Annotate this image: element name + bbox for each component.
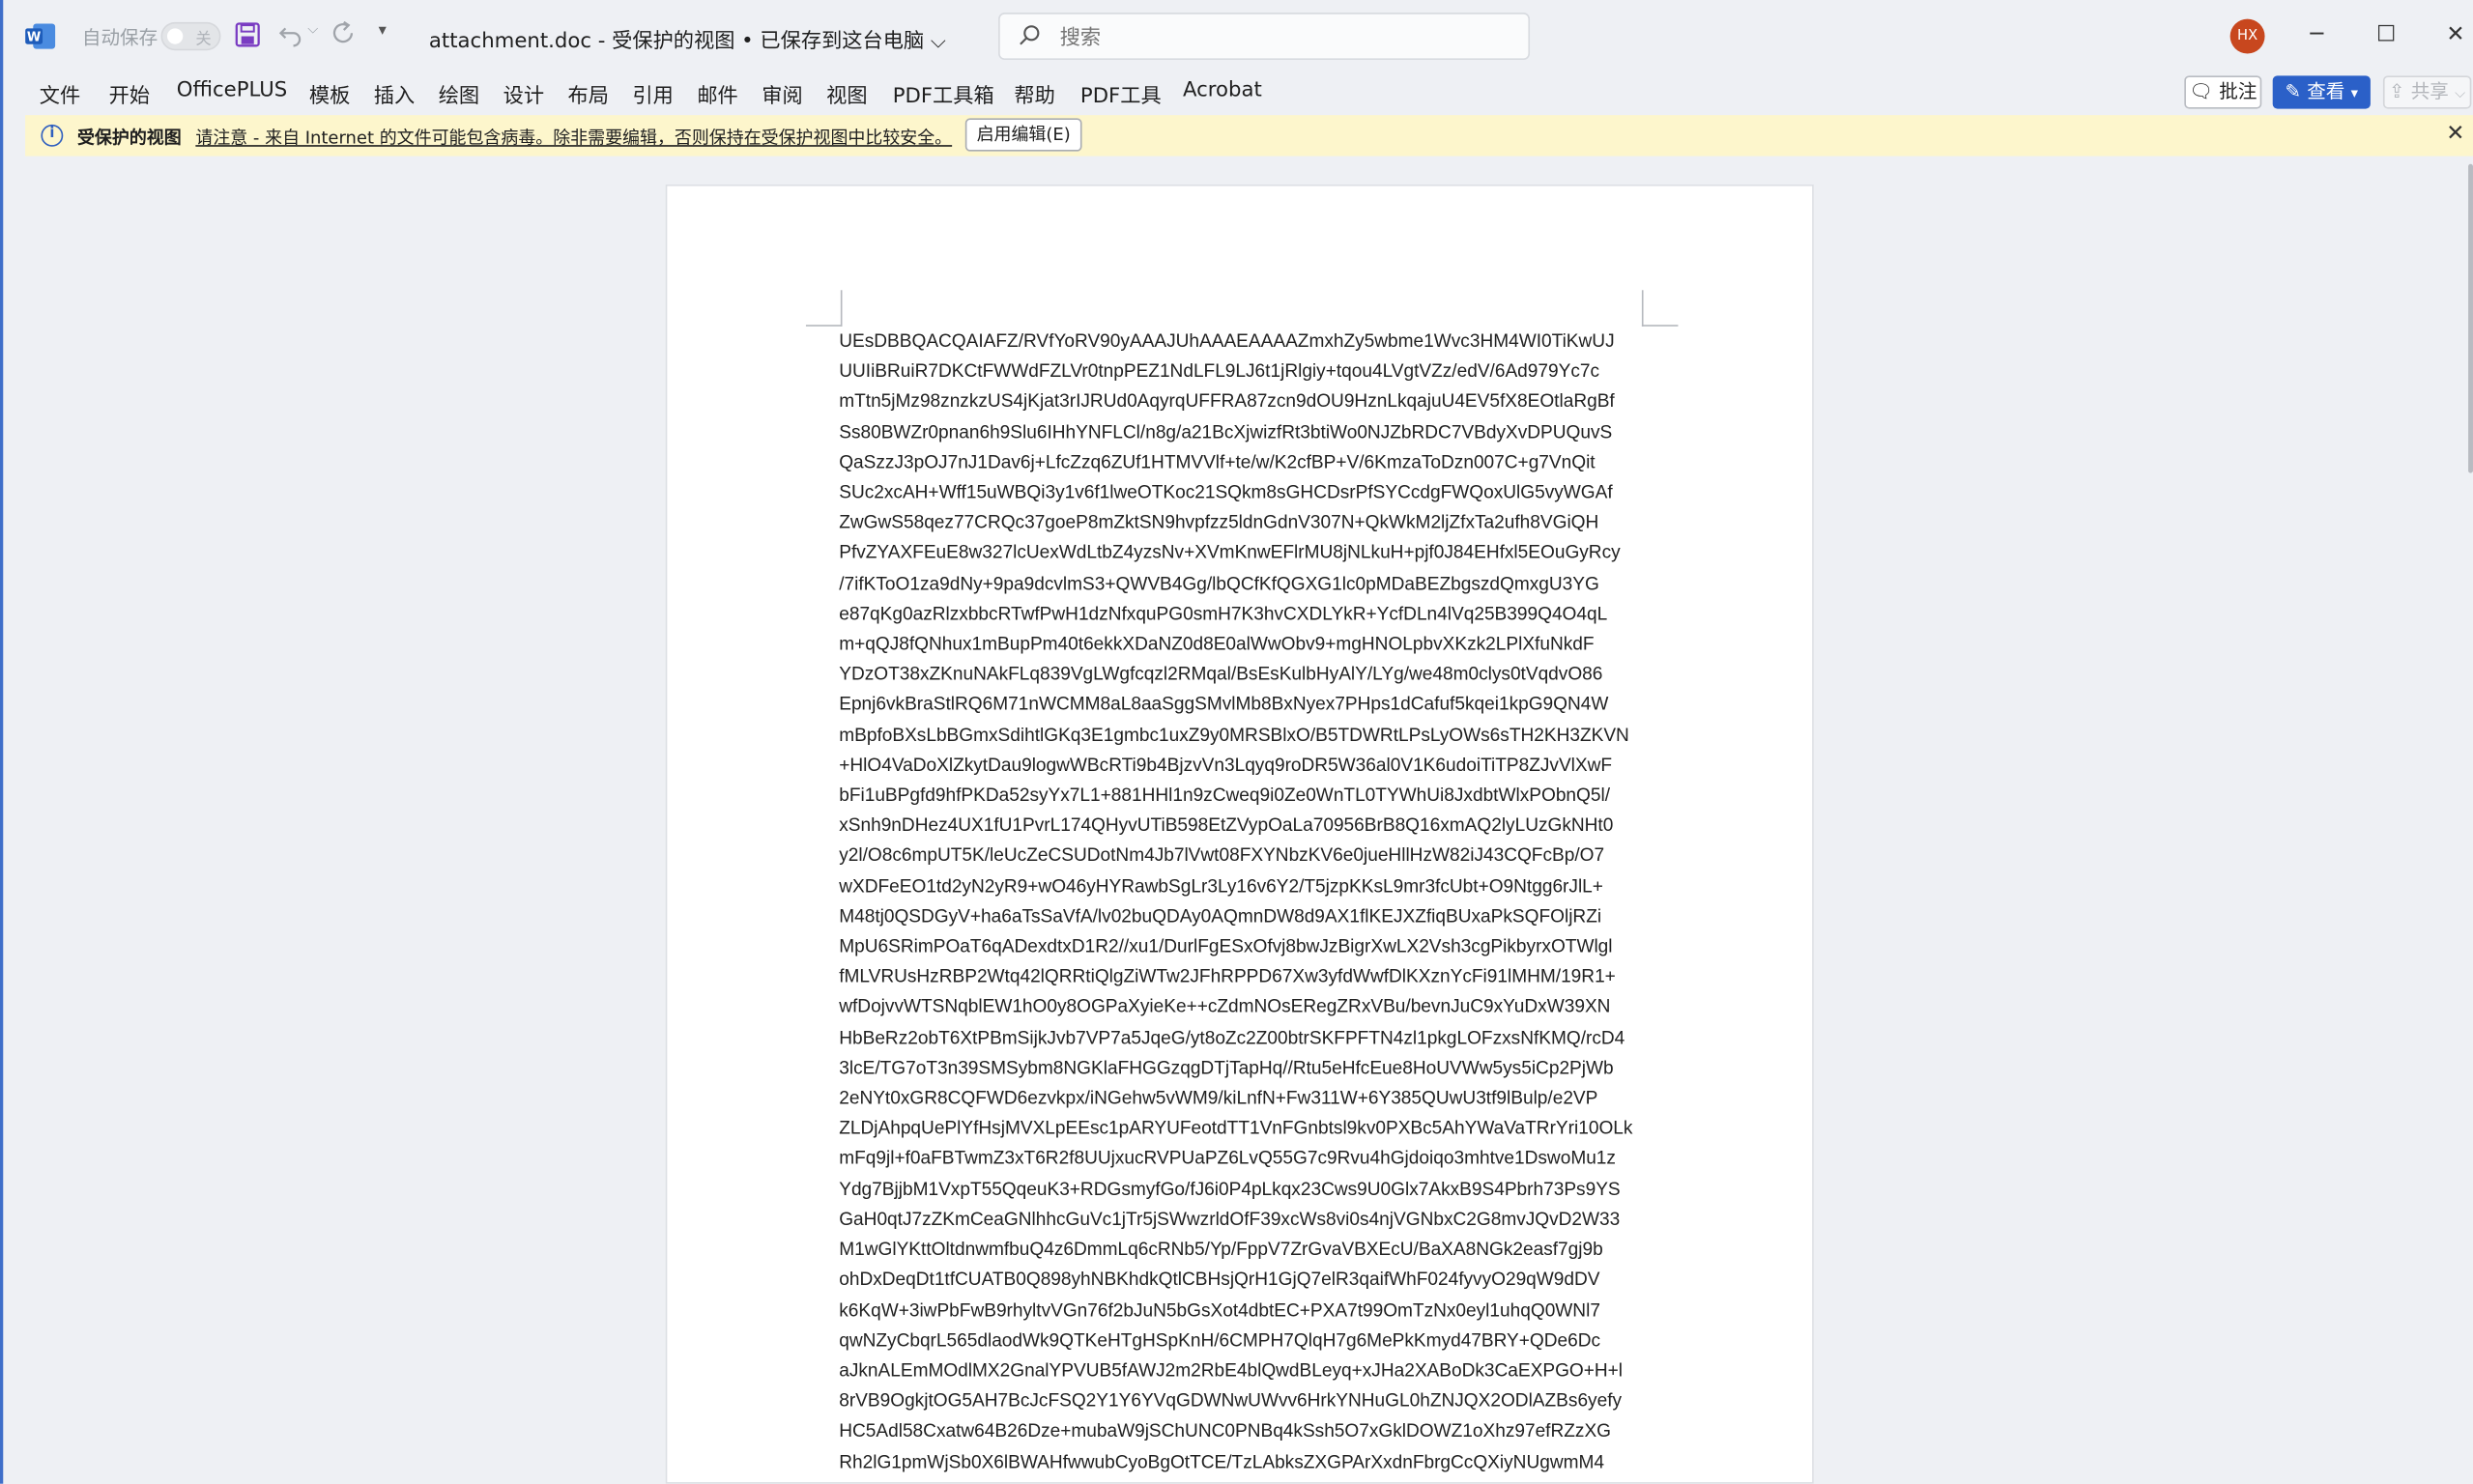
tab-layout[interactable]: 布局 bbox=[568, 79, 609, 108]
document-line: HbBeRz2obT6XtPBmSijkJvb7VP7a5JqeG/yt8oZc… bbox=[839, 1027, 1625, 1048]
close-icon[interactable]: ✕ bbox=[2436, 15, 2473, 53]
document-line: MpU6SRimPOaT6qADexdtxD1R2//xu1/DurlFgESx… bbox=[839, 936, 1613, 957]
tab-insert[interactable]: 插入 bbox=[374, 79, 415, 108]
document-line: 8rVB9OgkjtOG5AH7BcJcFSQ2Y1Y6YVqGDWNwUWvv… bbox=[839, 1390, 1623, 1412]
document-line: SUc2xcAH+Wff15uWBQi3y1v6f1lweOTKoc21SQkm… bbox=[839, 482, 1613, 503]
share-label: 共享 bbox=[2410, 80, 2449, 103]
tab-design[interactable]: 设计 bbox=[503, 79, 544, 108]
document-line: k6KqW+3iwPbFwB9rhyltvVGn76f2bJuN5bGsXot4… bbox=[839, 1299, 1600, 1321]
chevron-down-icon: ⌵ bbox=[2455, 86, 2466, 103]
document-line: wXDFeEO1td2yN2yR9+wO46yHYRawbSgLr3Ly16v6… bbox=[839, 875, 1603, 898]
comment-icon: 🗨 bbox=[2189, 80, 2214, 103]
view-mode-button[interactable]: ✎ 查看 ▾ bbox=[2272, 75, 2371, 109]
document-line: aJknALEmMOdlMX2GnalYPVUB5fAWJ2m2RbE4blQw… bbox=[839, 1360, 1624, 1382]
redo-icon[interactable] bbox=[331, 20, 359, 47]
title-bar: W 自动保存 关 ⌵ ▾ attachment.doc - 受保护的视图 • 已… bbox=[3, 0, 2473, 70]
save-icon[interactable] bbox=[235, 22, 260, 47]
tab-help[interactable]: 帮助 bbox=[1014, 79, 1054, 108]
document-line: UEsDBBQACQAIAFZ/RVfYoRV90yAAAJUhAAAEAAAA… bbox=[839, 330, 1615, 352]
document-line: HC5Adl58Cxatw64B26Dze+mubaW9jSChUNC0PNBq… bbox=[839, 1420, 1612, 1442]
tab-draw[interactable]: 绘图 bbox=[439, 79, 479, 108]
tab-home[interactable]: 开始 bbox=[109, 79, 150, 108]
comments-button[interactable]: 🗨 批注 bbox=[2184, 75, 2262, 109]
document-body[interactable]: UEsDBBQACQAIAFZ/RVfYoRV90yAAAJUhAAAEAAAA… bbox=[839, 327, 1659, 1477]
undo-dropdown-icon[interactable]: ⌵ bbox=[307, 22, 318, 38]
document-line: ZLDjAhpqUePlYfHsjMVXLpEEsc1pARYUFeotdTT1… bbox=[839, 1118, 1633, 1139]
document-line: Ydg7BjjbM1VxpT55QqeuK3+RDGsmyfGo/fJ6i0P4… bbox=[839, 1179, 1621, 1200]
document-line: wfDojvvWTSNqblEW1hO0y8OGPaXyieKe++cZdmNO… bbox=[839, 997, 1611, 1018]
toggle-knob bbox=[166, 28, 184, 44]
tab-pdf-toolbox[interactable]: PDF工具箱 bbox=[893, 79, 994, 108]
document-line: 3lcE/TG7oT3n39SMSybm8NGKlaFHGGzqgDTjTapH… bbox=[839, 1057, 1614, 1079]
close-icon[interactable]: ✕ bbox=[2446, 122, 2464, 147]
document-line: YDzOT38xZKnuNAkFLq839VgLWgfcqzl2RMqal/Bs… bbox=[839, 664, 1603, 685]
share-button[interactable]: ⇪ 共享 ⌵ bbox=[2382, 75, 2472, 109]
document-line: 2eNYt0xGR8CQFWD6ezvkpx/iNGehw5vWM9/kiLnf… bbox=[839, 1088, 1598, 1109]
chevron-down-icon: ▾ bbox=[2350, 86, 2359, 103]
protected-view-title: 受保护的视图 bbox=[76, 128, 182, 149]
autosave-state: 关 bbox=[195, 31, 212, 49]
tab-pdf-tools[interactable]: PDF工具 bbox=[1080, 79, 1162, 108]
document-line: ohDxDeqDt1tfCUATB0Q898yhNBKhdkQtlCBHsjQr… bbox=[839, 1270, 1600, 1291]
document-line: e87qKg0azRlzxbbcRTwfPwH1dzNfxquPG0smH7K3… bbox=[839, 603, 1608, 624]
autosave-toggle[interactable]: 关 bbox=[160, 21, 221, 51]
share-icon: ⇪ bbox=[2389, 80, 2405, 103]
document-line: /7ifKToO1za9dNy+9pa9dcvlmS3+QWVB4Gg/lbQC… bbox=[839, 573, 1599, 594]
document-line: Rh2lG1pmWjSb0X6lBWAHfwwubCyoBgOtTCE/TzLA… bbox=[839, 1451, 1604, 1472]
document-line: UUIiBRuiR7DKCtFWWdFZLVr0tnpPEZ1NdLFL9LJ6… bbox=[839, 361, 1600, 383]
tab-templates[interactable]: 模板 bbox=[309, 79, 350, 108]
document-line: Ss80BWZr0pnan6h9Slu6IHhYNFLCl/n8g/a21BcX… bbox=[839, 421, 1613, 442]
document-line: ZwGwS58qez77CRQc37goeP8mZktSN9hvpfzz5ldn… bbox=[839, 512, 1599, 533]
maximize-icon[interactable]: ☐ bbox=[2368, 15, 2405, 53]
vertical-scrollbar[interactable] bbox=[2465, 163, 2473, 1476]
search-input[interactable] bbox=[1056, 20, 1505, 56]
document-line: GaH0qtJ7zZKmCeaGNlhhcGuVc1jTr5jSWwzrldOf… bbox=[839, 1209, 1621, 1230]
document-line: M48tj0QSDGyV+ha6aTsSaVfA/lv02buQDAy0AQmn… bbox=[839, 906, 1602, 928]
tab-references[interactable]: 引用 bbox=[632, 79, 673, 108]
avatar[interactable]: HX bbox=[2229, 18, 2265, 54]
tab-review[interactable]: 审阅 bbox=[762, 79, 802, 108]
document-line: mTtn5jMz98znzkzUS4jKjat3rIJRUd0AqyrqUFFR… bbox=[839, 391, 1615, 413]
svg-text:W: W bbox=[27, 30, 41, 44]
document-page[interactable]: UEsDBBQACQAIAFZ/RVfYoRV90yAAAJUhAAAEAAAA… bbox=[665, 184, 1814, 1484]
search-icon bbox=[1020, 25, 1040, 45]
customize-toolbar-icon[interactable]: ▾ bbox=[379, 22, 387, 40]
tab-mailings[interactable]: 邮件 bbox=[697, 79, 737, 108]
document-line: Epnj6vkBraStlRQ6M71nWCMM8aL8aaSggSMvlMb8… bbox=[839, 694, 1609, 716]
document-line: bFi1uBPgfd9hfPKDa52syYx7L1+881HHl1n9zCwe… bbox=[839, 785, 1611, 807]
view-mode-label: 查看 bbox=[2307, 80, 2345, 103]
undo-icon[interactable] bbox=[277, 22, 302, 47]
autosave-label: 自动保存 bbox=[81, 26, 158, 49]
document-line: PfvZYAXFEuE8w327lcUexWdLtbZ4yzsNv+XVmKnw… bbox=[839, 543, 1621, 564]
crop-mark-top-right bbox=[1641, 290, 1679, 327]
pen-icon: ✎ bbox=[2285, 80, 2301, 103]
protected-view-bar: i 受保护的视图 请注意 - 来自 Internet 的文件可能包含病毒。除非需… bbox=[25, 115, 2473, 157]
info-icon: i bbox=[41, 124, 64, 147]
word-app-icon: W bbox=[25, 23, 56, 49]
tab-officeplus[interactable]: OfficePLUS bbox=[177, 79, 287, 102]
tab-view[interactable]: 视图 bbox=[826, 79, 867, 108]
document-line: +HlO4VaDoXlZkytDau9logwWBcRTi9b4BjzvVn3L… bbox=[839, 755, 1613, 776]
minimize-icon[interactable]: ─ bbox=[2298, 15, 2336, 53]
tab-acrobat[interactable]: Acrobat bbox=[1183, 79, 1262, 102]
document-line: y2l/O8c6mpUT5K/leUcZeCSUDotNm4Jb7lVwt08F… bbox=[839, 845, 1605, 867]
word-window: W 自动保存 关 ⌵ ▾ attachment.doc - 受保护的视图 • 已… bbox=[0, 0, 2473, 1484]
document-line: qwNZyCbqrL565dlaodWk9QTKeHTgHSpKnH/6CMPH… bbox=[839, 1329, 1601, 1352]
document-line: xSnh9nDHez4UX1fU1PvrL174QHyvUTiB598EtZVy… bbox=[839, 815, 1614, 837]
document-line: M1wGlYKttOltdnwmfbuQ4z6DmmLq6cRNb5/Yp/Fp… bbox=[839, 1239, 1603, 1261]
document-title[interactable]: attachment.doc - 受保护的视图 • 已保存到这台电脑 ⌵ bbox=[429, 23, 946, 53]
document-line: mBpfoBXsLbBGmxSdihtlGKq3E1gmbc1uxZ9y0MRS… bbox=[839, 725, 1629, 746]
ribbon-tabs: 文件 开始 OfficePLUS 模板 插入 绘图 设计 布局 引用 邮件 审阅… bbox=[3, 72, 2473, 113]
enable-editing-button[interactable]: 启用编辑(E) bbox=[964, 118, 1082, 152]
comments-label: 批注 bbox=[2219, 80, 2257, 103]
tab-file[interactable]: 文件 bbox=[40, 79, 80, 108]
crop-mark-top-left bbox=[805, 290, 843, 327]
document-line: m+qQJ8fQNhux1mBupPm40t6ekkXDaNZ0d8E0alWw… bbox=[839, 634, 1595, 655]
scrollbar-thumb[interactable] bbox=[2468, 163, 2473, 473]
document-line: mFq9jl+f0aFBTwmZ3xT6R2f8UUjxucRVPUaPZ6Lv… bbox=[839, 1148, 1616, 1170]
document-line: QaSzzJ3pOJ7nJ1Dav6j+LfcZzq6ZUf1HTMVVlf+t… bbox=[839, 452, 1596, 473]
search-box[interactable] bbox=[998, 13, 1531, 61]
document-line: fMLVRUsHzRBP2Wtq42lQRRtiQlgZiWTw2JFhRPPD… bbox=[839, 966, 1616, 988]
protected-view-message[interactable]: 请注意 - 来自 Internet 的文件可能包含病毒。除非需要编辑，否则保持在… bbox=[195, 125, 952, 150]
